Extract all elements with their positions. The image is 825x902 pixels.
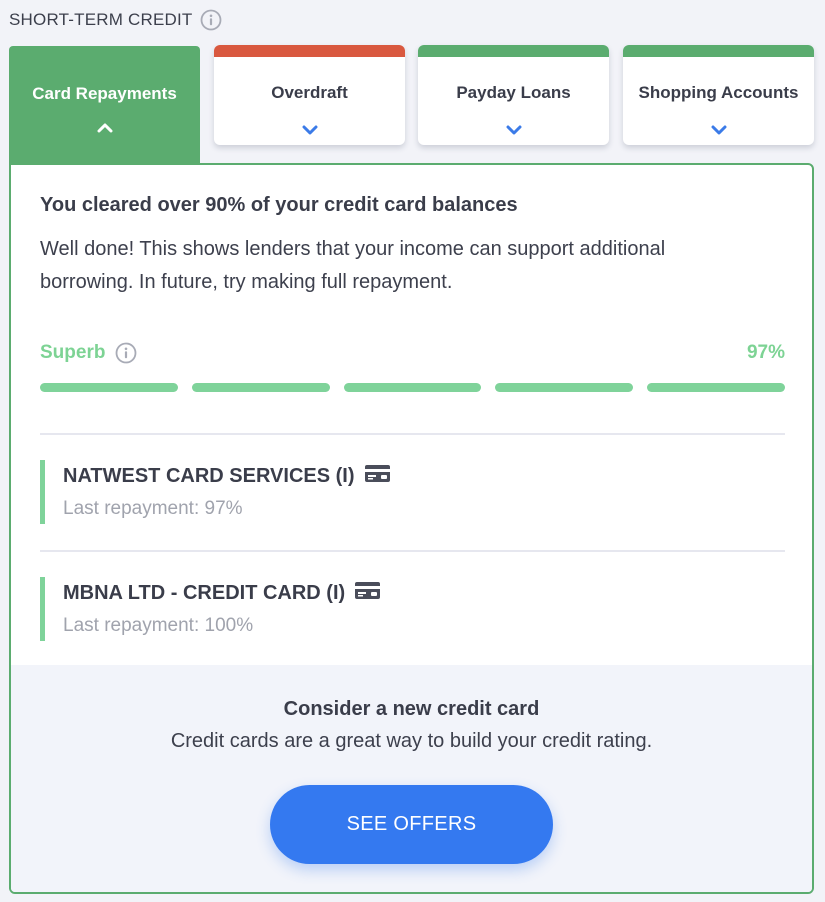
account-item: NATWEST CARD SERVICES (I) Last repayment… — [40, 460, 740, 524]
account-last-repayment: Last repayment: 100% — [63, 615, 254, 636]
tab-overdraft[interactable]: Overdraft — [214, 45, 405, 145]
tab-payday-loans[interactable]: Payday Loans — [418, 45, 609, 145]
rating-segment — [647, 383, 785, 392]
credit-tabs: Card Repayments Overdraft Payday Loans S… — [0, 45, 825, 165]
tab-status-bar — [623, 45, 814, 57]
divider — [40, 550, 785, 552]
panel-description: Well done! This shows lenders that your … — [40, 238, 666, 293]
account-item: MBNA LTD - CREDIT CARD (I) Last repaymen… — [40, 577, 740, 641]
section-title: SHORT-TERM CREDIT — [9, 10, 193, 29]
rating-segment — [495, 383, 634, 392]
chevron-up-icon — [97, 120, 113, 138]
tab-status-bar — [214, 45, 405, 57]
rating-row: Superb 97% — [40, 340, 785, 368]
rating-segment — [40, 383, 178, 392]
account-indicator — [40, 460, 45, 524]
chevron-down-icon — [301, 123, 319, 141]
info-icon[interactable] — [200, 9, 222, 31]
account-indicator — [40, 577, 45, 641]
rating-label: Superb — [40, 342, 106, 363]
account-name: MBNA LTD - CREDIT CARD (I) — [63, 582, 346, 604]
info-icon[interactable] — [115, 342, 137, 364]
panel-headline: You cleared over 90% of your credit card… — [40, 194, 518, 216]
account-last-repayment: Last repayment: 97% — [63, 498, 243, 519]
account-name-row: MBNA LTD - CREDIT CARD (I) — [63, 581, 381, 606]
section-header: SHORT-TERM CREDIT — [9, 7, 222, 33]
chevron-down-icon — [505, 123, 523, 141]
tab-card-repayments[interactable]: Card Repayments — [9, 46, 200, 165]
rating-segment — [343, 383, 482, 392]
credit-card-icon — [364, 464, 391, 489]
account-name-row: NATWEST CARD SERVICES (I) — [63, 464, 391, 489]
credit-card-icon — [354, 581, 381, 606]
rating-progress — [40, 383, 785, 393]
rating-label-group: Superb — [40, 342, 137, 364]
see-offers-button[interactable]: SEE OFFERS — [270, 785, 553, 864]
divider — [40, 433, 785, 435]
account-name: NATWEST CARD SERVICES (I) — [63, 465, 355, 487]
card-repayments-panel: You cleared over 90% of your credit card… — [9, 163, 814, 894]
offer-section: Consider a new credit card Credit cards … — [11, 665, 812, 892]
offer-text: Credit cards are a great way to build yo… — [170, 730, 653, 752]
rating-value: 97% — [746, 342, 785, 363]
tab-shopping-accounts[interactable]: Shopping Accounts — [623, 45, 814, 145]
tab-status-bar — [418, 45, 609, 57]
tab-label: Shopping Accounts — [638, 83, 799, 102]
tab-label: Card Repayments — [32, 84, 177, 103]
chevron-down-icon — [710, 123, 728, 141]
tab-label: Overdraft — [271, 83, 348, 102]
offer-title: Consider a new credit card — [283, 698, 540, 720]
tab-label: Payday Loans — [456, 83, 571, 102]
rating-segment — [191, 383, 330, 392]
